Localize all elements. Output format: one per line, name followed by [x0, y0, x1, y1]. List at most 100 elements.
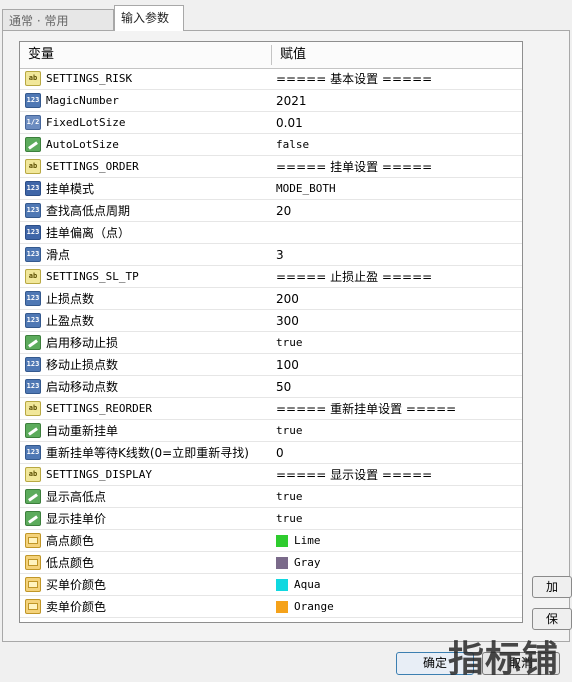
color-icon	[25, 577, 41, 592]
parameter-name: 滑点	[46, 248, 71, 262]
parameter-name: MagicNumber	[46, 94, 119, 107]
parameter-value[interactable]: ===== 重新挂单设置 =====	[276, 398, 456, 420]
parameter-value[interactable]: Gray	[294, 552, 321, 574]
bool-icon	[25, 137, 41, 152]
parameter-row[interactable]: 123 查找高低点周期 20	[20, 200, 522, 222]
parameter-name: 启用移动止损	[46, 336, 119, 350]
integer-icon: 123	[25, 247, 41, 262]
parameter-name: SETTINGS_REORDER	[46, 402, 152, 415]
parameter-value[interactable]: true	[276, 420, 303, 442]
string-icon: ab	[25, 159, 41, 174]
parameter-value[interactable]: 50	[276, 376, 291, 398]
parameter-value[interactable]: 0	[276, 442, 284, 464]
parameter-name: SETTINGS_ORDER	[46, 160, 139, 173]
string-icon: ab	[25, 467, 41, 482]
parameter-value[interactable]: 20	[276, 200, 291, 222]
parameter-value[interactable]: 2021	[276, 90, 307, 112]
color-icon	[25, 533, 41, 548]
parameter-name: 启动移动点数	[46, 380, 119, 394]
parameter-name: AutoLotSize	[46, 138, 119, 151]
header-divider[interactable]	[271, 45, 272, 65]
parameter-value[interactable]: true	[276, 332, 303, 354]
parameter-name: 移动止损点数	[46, 358, 119, 372]
parameter-row[interactable]: 显示高低点 true	[20, 486, 522, 508]
parameter-name: SETTINGS_DISPLAY	[46, 468, 152, 481]
enum-icon: 123	[25, 225, 41, 240]
parameter-value[interactable]: true	[276, 486, 303, 508]
parameter-row[interactable]: ab SETTINGS_ORDER ===== 挂单设置 =====	[20, 156, 522, 178]
parameter-row[interactable]: 123 移动止损点数 100	[20, 354, 522, 376]
parameter-row[interactable]: 123 挂单模式 MODE_BOTH	[20, 178, 522, 200]
parameter-row[interactable]: 123 MagicNumber 2021	[20, 90, 522, 112]
parameter-rows: ab SETTINGS_RISK ===== 基本设置 ===== 123 MagicN…	[20, 68, 522, 618]
parameter-row[interactable]: 自动重新挂单 true	[20, 420, 522, 442]
parameter-row[interactable]: ab SETTINGS_SL_TP ===== 止损止盈 =====	[20, 266, 522, 288]
parameter-value[interactable]: 0.01	[276, 112, 303, 134]
save-button[interactable]: 保	[532, 608, 572, 630]
parameter-value[interactable]: ===== 基本设置 =====	[276, 68, 432, 90]
parameter-name: 重新挂单等待K线数(0=立即重新寻找)	[46, 446, 249, 460]
parameter-name: 低点颜色	[46, 556, 95, 570]
parameter-row[interactable]: 123 止损点数 200	[20, 288, 522, 310]
parameter-value[interactable]: Aqua	[294, 574, 321, 596]
parameter-name: SETTINGS_SL_TP	[46, 270, 139, 283]
watermark-logo: 指标铺	[448, 639, 560, 680]
enum-icon: 123	[25, 181, 41, 196]
parameter-row[interactable]: 123 重新挂单等待K线数(0=立即重新寻找) 0	[20, 442, 522, 464]
color-swatch[interactable]	[276, 601, 288, 613]
parameter-value[interactable]: 3	[276, 244, 284, 266]
bool-icon	[25, 511, 41, 526]
parameter-value[interactable]: Lime	[294, 530, 321, 552]
color-swatch[interactable]	[276, 535, 288, 547]
string-icon: ab	[25, 401, 41, 416]
parameter-name: 止损点数	[46, 292, 95, 306]
parameter-row[interactable]: 1/2 FixedLotSize 0.01	[20, 112, 522, 134]
parameter-name: 显示挂单价	[46, 512, 107, 526]
parameter-row[interactable]: 卖单价颜色 Orange	[20, 596, 522, 618]
parameter-row[interactable]: 低点颜色 Gray	[20, 552, 522, 574]
parameter-name: 挂单模式	[46, 182, 95, 196]
parameter-value[interactable]: ===== 显示设置 =====	[276, 464, 432, 486]
parameter-row[interactable]: ab SETTINGS_DISPLAY ===== 显示设置 =====	[20, 464, 522, 486]
parameter-row[interactable]: 买单价颜色 Aqua	[20, 574, 522, 596]
integer-icon: 123	[25, 313, 41, 328]
parameter-row[interactable]: 123 滑点 3	[20, 244, 522, 266]
header-variable: 变量	[28, 47, 55, 62]
parameter-value[interactable]: false	[276, 134, 309, 156]
parameter-value[interactable]: ===== 止损止盈 =====	[276, 266, 432, 288]
parameter-value[interactable]: true	[276, 508, 303, 530]
parameter-value[interactable]: 200	[276, 288, 299, 310]
parameter-value[interactable]: 100	[276, 354, 299, 376]
string-icon: ab	[25, 269, 41, 284]
parameter-row[interactable]: 启用移动止损 true	[20, 332, 522, 354]
parameter-name: 卖单价颜色	[46, 600, 107, 614]
parameter-row[interactable]: 显示挂单价 true	[20, 508, 522, 530]
color-swatch[interactable]	[276, 557, 288, 569]
parameter-row[interactable]: ab SETTINGS_RISK ===== 基本设置 =====	[20, 68, 522, 90]
integer-icon: 123	[25, 379, 41, 394]
parameter-row[interactable]: AutoLotSize false	[20, 134, 522, 156]
parameter-value[interactable]: ===== 挂单设置 =====	[276, 156, 432, 178]
parameter-name: SETTINGS_RISK	[46, 72, 133, 85]
parameter-value[interactable]: Orange	[294, 596, 334, 618]
bool-icon	[25, 335, 41, 350]
parameter-row[interactable]: 123 挂单偏离（点）	[20, 222, 522, 244]
integer-icon: 123	[25, 203, 41, 218]
string-icon: ab	[25, 71, 41, 86]
parameter-row[interactable]: 123 启动移动点数 50	[20, 376, 522, 398]
color-swatch[interactable]	[276, 579, 288, 591]
parameter-row[interactable]: 高点颜色 Lime	[20, 530, 522, 552]
load-button[interactable]: 加	[532, 576, 572, 598]
bool-icon	[25, 423, 41, 438]
tab-bar: 通常 · 常用 输入参数	[0, 0, 572, 31]
parameter-name: 挂单偏离（点）	[46, 226, 131, 240]
tab-inputs[interactable]: 输入参数	[114, 5, 184, 31]
color-icon	[25, 599, 41, 614]
parameter-name: 高点颜色	[46, 534, 95, 548]
integer-icon: 123	[25, 445, 41, 460]
parameter-row[interactable]: ab SETTINGS_REORDER ===== 重新挂单设置 =====	[20, 398, 522, 420]
parameter-value[interactable]: 300	[276, 310, 299, 332]
parameter-value[interactable]: MODE_BOTH	[276, 178, 336, 200]
tab-common[interactable]: 通常 · 常用	[2, 9, 114, 31]
parameter-row[interactable]: 123 止盈点数 300	[20, 310, 522, 332]
